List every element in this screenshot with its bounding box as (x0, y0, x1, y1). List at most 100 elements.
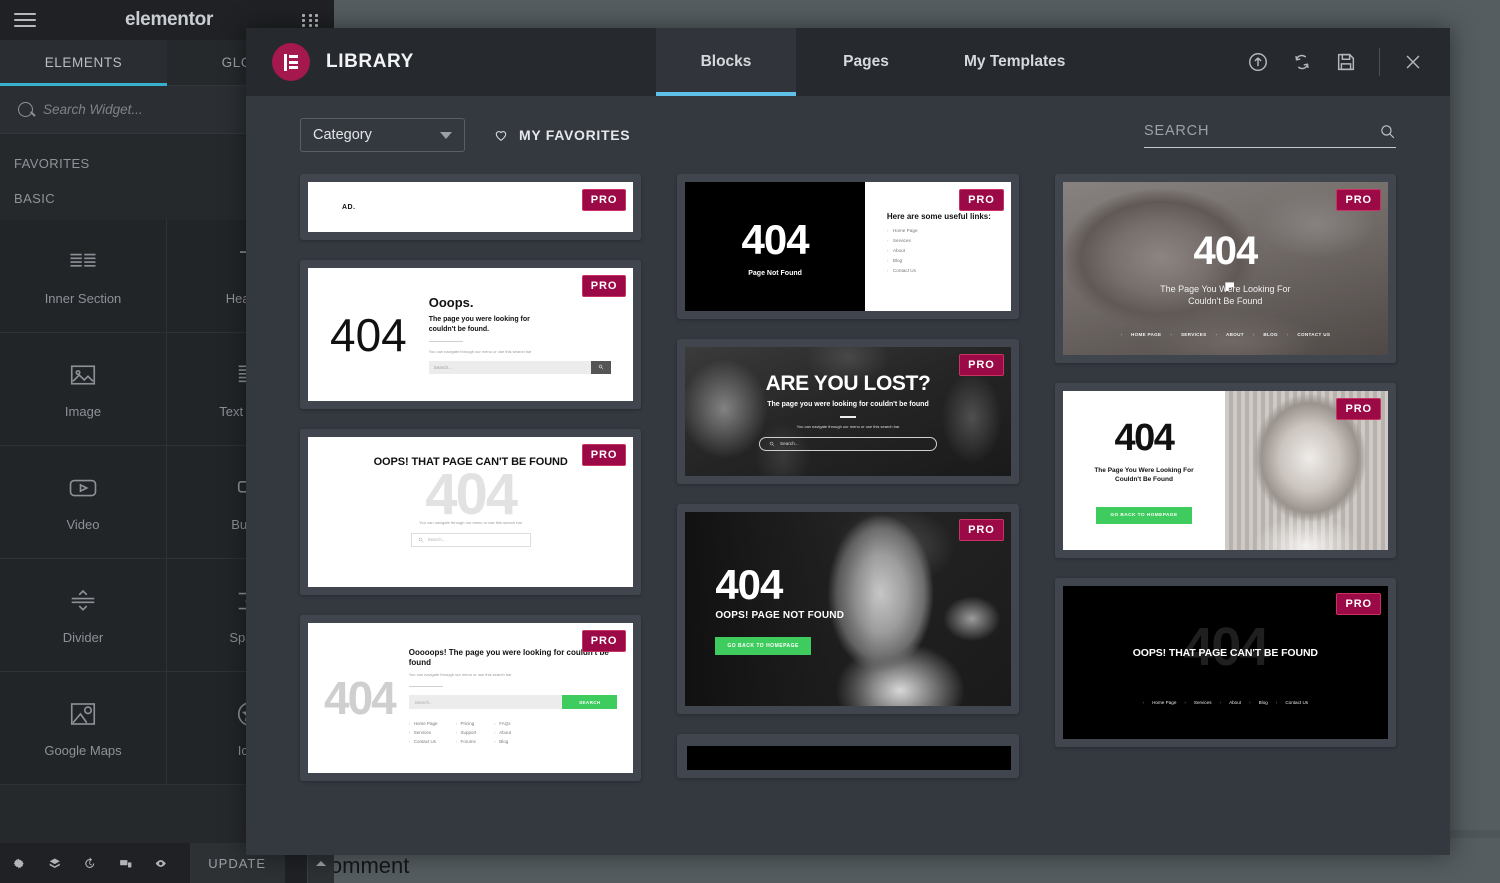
modal-brand: LIBRARY (246, 28, 576, 96)
widget-inner-section[interactable]: Inner Section (0, 220, 167, 333)
templates-grid[interactable]: PRO AD. PRO 404 Ooops. The page you were… (246, 174, 1450, 855)
template-card[interactable]: PRO 404 OOPS! THAT PAGE CAN'T BE FOUND Y… (300, 429, 642, 595)
library-search (1144, 123, 1396, 148)
category-select[interactable]: Category (300, 118, 465, 152)
preview-search-placeholder: Search... (427, 537, 446, 542)
preview-link: Contact Us (409, 739, 438, 744)
pro-badge: PRO (581, 444, 627, 466)
preview-error-code: 404 (715, 561, 783, 608)
preview-nav-item: BLOG (1263, 332, 1278, 337)
template-preview: 404 OOPS! PAGE NOT FOUND GO BACK TO HOME… (685, 512, 1011, 706)
template-card[interactable]: PRO 404 The Page You Were Looking For Co… (1054, 383, 1396, 558)
templates-column-3: PRO 404 The Page You Were Looking For Co… (1054, 174, 1396, 781)
modal-tabs: Blocks Pages My Templates (656, 28, 1093, 96)
search-icon (418, 537, 424, 542)
preview-error-code: 404 (324, 672, 397, 724)
google-maps-icon (68, 699, 98, 729)
sync-library-icon[interactable] (1291, 51, 1313, 73)
preview-heading: OOPS! THAT PAGE CAN'T BE FOUND (1132, 646, 1318, 659)
preview-subheading: The Page You Were Looking For Couldn't B… (1094, 467, 1194, 483)
widget-image[interactable]: Image (0, 333, 167, 446)
preview-subheading: The Page You Were Looking For Couldn't B… (1160, 284, 1291, 306)
preview-divider (408, 686, 443, 688)
settings-icon[interactable] (12, 855, 26, 872)
preview-paragraph: You can navigate through our menu or use… (419, 519, 523, 525)
tab-pages[interactable]: Pages (796, 28, 936, 96)
search-input[interactable] (1144, 123, 1371, 139)
templates-column-1: PRO AD. PRO 404 Ooops. The page you were… (300, 174, 642, 781)
preview-search-placeholder: Search... (408, 695, 563, 710)
template-card[interactable]: PRO 404 OOPS! PAGE NOT FOUND GO BACK TO … (677, 504, 1019, 714)
widget-divider[interactable]: Divider (0, 559, 167, 672)
template-card[interactable]: PRO AD. (300, 174, 642, 240)
close-icon[interactable] (1402, 51, 1424, 73)
preview-link: Blog (887, 258, 1011, 263)
template-card[interactable]: PRO 404 OOPS! THAT PAGE CAN'T BE FOUND ›… (1054, 578, 1396, 747)
preview-nav-item: CONTACT US (1297, 332, 1331, 337)
preview-link: Blog (494, 739, 511, 744)
actions-divider (1379, 48, 1380, 76)
video-icon (68, 473, 98, 503)
preview-nav-item: Services (1193, 700, 1212, 705)
preview-link: Pricing (456, 721, 477, 726)
template-card[interactable]: PRO 404 The Page You Were Looking For Co… (1054, 174, 1396, 363)
preview-divider (428, 340, 463, 342)
hamburger-icon[interactable] (14, 13, 36, 27)
preview-link: Support (456, 730, 477, 735)
preview-search-bar: Search... SEARCH (408, 695, 618, 710)
pro-badge: PRO (959, 354, 1004, 376)
preview-icon[interactable] (154, 855, 168, 872)
preview-heading: Ooops. (428, 295, 474, 311)
history-icon[interactable] (83, 855, 97, 872)
preview-search-button: SEARCH (562, 695, 618, 710)
pro-badge: PRO (959, 189, 1004, 211)
preview-nav: › HOME PAGE › SERVICES › ABOUT › BLOG › CONTA… (1120, 332, 1331, 337)
responsive-mode-icon[interactable] (119, 855, 133, 872)
upload-template-icon[interactable] (1247, 51, 1269, 73)
preview-paragraph: You can navigate through our menu or use… (428, 348, 532, 354)
widget-label: Video (66, 516, 100, 532)
preview-cta-button: GO BACK TO HOMEPAGE (715, 636, 811, 655)
preview-link-column: Home Page Services Contact Us (409, 721, 438, 748)
divider-icon (68, 586, 98, 616)
save-template-icon[interactable] (1335, 51, 1357, 73)
tab-blocks[interactable]: Blocks (656, 28, 796, 96)
tab-my-templates[interactable]: My Templates (936, 28, 1093, 96)
preview-search-bar: Search... (410, 532, 531, 547)
template-card[interactable] (677, 734, 1019, 778)
preview-link: About (494, 730, 511, 735)
widget-google-maps[interactable]: Google Maps (0, 672, 167, 785)
template-card[interactable]: PRO 404 Ooops. The page you were looking… (300, 260, 642, 409)
search-icon[interactable] (1379, 123, 1396, 140)
preview-error-code: 404 (425, 462, 518, 527)
widget-video[interactable]: Video (0, 446, 167, 559)
preview-search-button (591, 360, 612, 374)
heart-icon (493, 127, 509, 143)
pro-badge: PRO (1336, 593, 1381, 615)
modal-actions (1247, 28, 1450, 96)
preview-divider (839, 416, 856, 418)
my-favorites-filter[interactable]: MY FAVORITES (493, 127, 630, 143)
preview-heading: ARE YOU LOST? (765, 372, 931, 396)
template-card[interactable]: PRO 404 Ooooops! The page you were looki… (300, 615, 642, 781)
template-card[interactable]: PRO 404 Page Not Found Here are some use… (677, 174, 1019, 319)
grid-icon[interactable] (302, 13, 320, 27)
image-icon (68, 360, 98, 390)
preview-nav-item: ABOUT (1226, 332, 1244, 337)
preview-subheading: OOPS! PAGE NOT FOUND (715, 609, 845, 621)
template-card[interactable]: PRO ARE YOU LOST? The page you were look… (677, 339, 1019, 484)
widget-search-placeholder: Search Widget... (43, 102, 143, 117)
tab-elements[interactable]: ELEMENTS (0, 40, 167, 86)
preview-search-bar: Search... (428, 360, 612, 374)
navigator-icon[interactable] (48, 855, 62, 872)
pro-badge: PRO (581, 189, 627, 211)
preview-error-code: 404 (741, 216, 810, 263)
preview-heading: Here are some useful links: (886, 212, 991, 221)
widget-label: Google Maps (44, 742, 122, 758)
template-library-modal: LIBRARY Blocks Pages My Templates Catego… (246, 28, 1450, 855)
preview-nav-item: About (1229, 700, 1242, 705)
preview-search-bar: Search... (758, 436, 937, 451)
search-icon (18, 102, 33, 117)
preview-text: AD. (342, 203, 356, 211)
preview-subheading: Page Not Found (748, 270, 802, 277)
